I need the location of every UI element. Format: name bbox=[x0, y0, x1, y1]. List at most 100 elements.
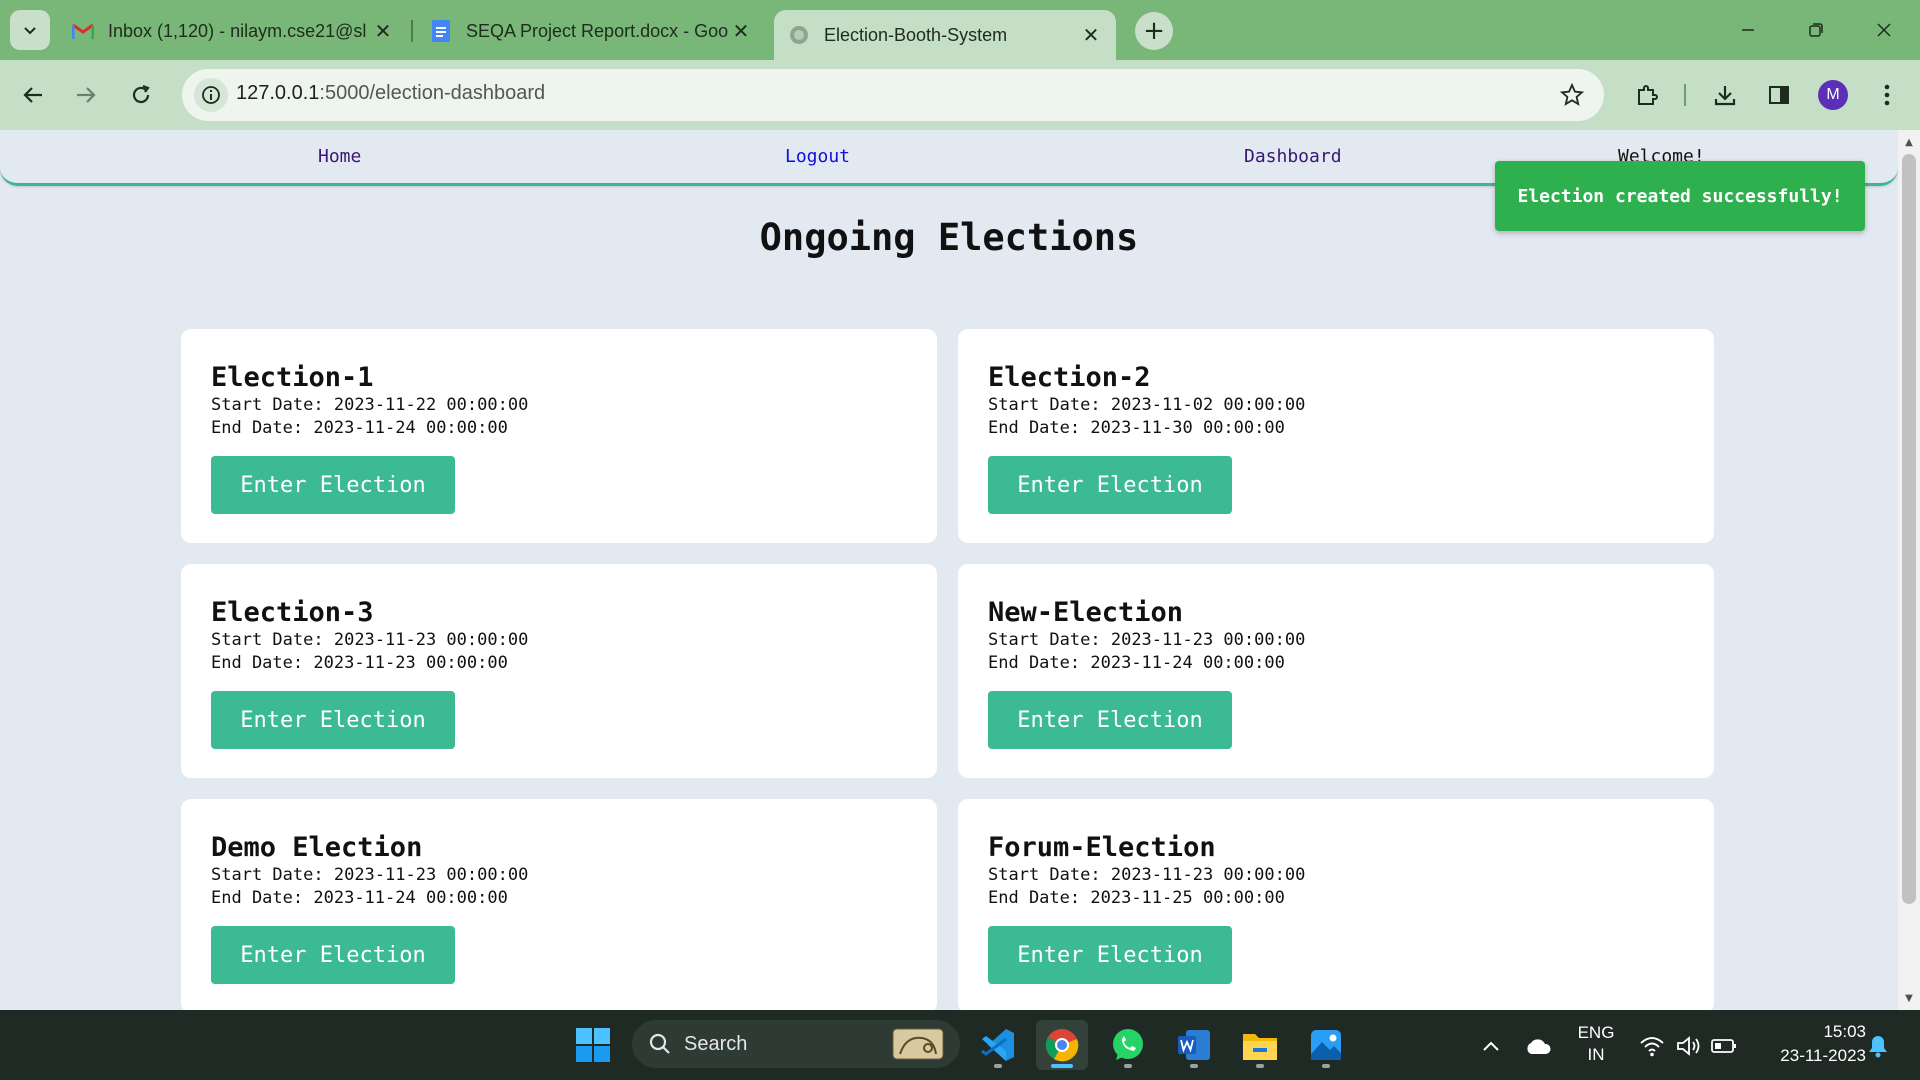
minimize-button[interactable] bbox=[1728, 12, 1768, 48]
search-label: Search bbox=[684, 1032, 748, 1055]
more-vertical-icon bbox=[1884, 84, 1890, 106]
start-date-value: 2023-11-23 00:00:00 bbox=[1110, 865, 1306, 885]
onedrive-icon[interactable] bbox=[1524, 1032, 1552, 1060]
election-name: Election-2 bbox=[988, 362, 1151, 393]
taskbar-search[interactable]: Search bbox=[632, 1020, 960, 1068]
whatsapp-icon bbox=[1113, 1029, 1143, 1060]
downloads-button[interactable] bbox=[1706, 76, 1744, 114]
election-end-date: End Date: 2023-11-24 00:00:00 bbox=[988, 652, 1684, 675]
nav-home-link[interactable]: Home bbox=[318, 146, 361, 167]
scroll-thumb[interactable] bbox=[1902, 154, 1916, 904]
profile-avatar[interactable]: M bbox=[1818, 80, 1848, 110]
extensions-button[interactable] bbox=[1628, 76, 1666, 114]
taskbar-whatsapp[interactable] bbox=[1102, 1020, 1154, 1070]
close-icon bbox=[1877, 23, 1891, 37]
close-tab-icon[interactable]: ✕ bbox=[372, 19, 394, 44]
site-info-icon[interactable] bbox=[194, 78, 228, 112]
election-end-date: End Date: 2023-11-30 00:00:00 bbox=[988, 417, 1684, 440]
start-date-label: Start Date: bbox=[988, 630, 1101, 650]
close-tab-icon[interactable]: ✕ bbox=[730, 19, 752, 44]
vscode-icon bbox=[981, 1029, 1014, 1061]
tab-election-booth[interactable]: Election-Booth-System ✕ bbox=[774, 10, 1116, 60]
nav-logout-link[interactable]: Logout bbox=[785, 146, 850, 167]
clock[interactable]: 15:03 23-11-2023 bbox=[1756, 1020, 1866, 1068]
election-card: Demo Election Start Date: 2023-11-23 00:… bbox=[181, 799, 937, 1010]
elections-grid: Election-1 Start Date: 2023-11-22 00:00:… bbox=[181, 329, 1714, 1010]
tab-title: Inbox (1,120) - nilaym.cse21@sl bbox=[108, 20, 367, 41]
election-start-date: Start Date: 2023-11-22 00:00:00 bbox=[211, 394, 907, 417]
browser-toolbar: 127.0.0.1:5000/election-dashboard M bbox=[0, 60, 1920, 130]
show-hidden-icons[interactable] bbox=[1477, 1032, 1505, 1060]
nav-dashboard-link[interactable]: Dashboard bbox=[1244, 146, 1342, 167]
browser-menu-button[interactable] bbox=[1868, 76, 1906, 114]
running-indicator bbox=[1190, 1064, 1198, 1068]
end-date-value: 2023-11-24 00:00:00 bbox=[313, 418, 508, 438]
election-card: Election-2 Start Date: 2023-11-02 00:00:… bbox=[958, 329, 1714, 543]
side-panel-button[interactable] bbox=[1760, 76, 1798, 114]
notification-bell-icon[interactable] bbox=[1864, 1032, 1892, 1060]
taskbar-vscode[interactable] bbox=[972, 1020, 1024, 1070]
page-scrollbar[interactable]: ▲ ▼ bbox=[1898, 130, 1920, 1010]
reload-button[interactable] bbox=[122, 76, 160, 114]
start-date-value: 2023-11-22 00:00:00 bbox=[333, 395, 529, 415]
windows-logo-icon bbox=[576, 1028, 610, 1062]
enter-election-button[interactable]: Enter Election bbox=[211, 456, 455, 514]
tab-title: SEQA Project Report.docx - Goo bbox=[466, 20, 729, 41]
election-end-date: End Date: 2023-11-24 00:00:00 bbox=[211, 417, 907, 440]
election-card: Election-3 Start Date: 2023-11-23 00:00:… bbox=[181, 564, 937, 778]
start-date-value: 2023-11-23 00:00:00 bbox=[333, 630, 529, 650]
photos-icon bbox=[1311, 1030, 1341, 1060]
running-indicator bbox=[1256, 1064, 1264, 1068]
new-tab-button[interactable]: + bbox=[1135, 12, 1173, 50]
restore-icon bbox=[1809, 23, 1823, 37]
tab-gmail[interactable]: Inbox (1,120) - nilaym.cse21@sl ✕ bbox=[58, 10, 408, 52]
enter-election-button[interactable]: Enter Election bbox=[211, 691, 455, 749]
url-path: :5000/election-dashboard bbox=[319, 82, 546, 104]
google-docs-icon bbox=[430, 20, 452, 42]
volume-icon[interactable] bbox=[1674, 1032, 1702, 1060]
enter-election-button[interactable]: Enter Election bbox=[988, 456, 1232, 514]
restore-button[interactable] bbox=[1796, 12, 1836, 48]
start-date-value: 2023-11-23 00:00:00 bbox=[333, 865, 529, 885]
scroll-down-icon[interactable]: ▼ bbox=[1898, 988, 1920, 1008]
taskbar-file-explorer[interactable] bbox=[1234, 1020, 1286, 1070]
enter-election-button[interactable]: Enter Election bbox=[988, 926, 1232, 984]
taskbar-word[interactable] bbox=[1168, 1020, 1220, 1070]
toolbar-separator bbox=[1684, 84, 1686, 106]
election-card: Election-1 Start Date: 2023-11-22 00:00:… bbox=[181, 329, 937, 543]
end-date-label: End Date: bbox=[988, 418, 1081, 438]
battery-icon[interactable] bbox=[1710, 1032, 1738, 1060]
enter-election-button[interactable]: Enter Election bbox=[211, 926, 455, 984]
scroll-up-icon[interactable]: ▲ bbox=[1898, 132, 1920, 152]
chevron-down-icon bbox=[24, 27, 36, 35]
windows-taskbar: Search ENG IN 15:03 23-11-2023 bbox=[0, 1010, 1920, 1080]
side-panel-icon bbox=[1769, 86, 1789, 104]
start-date-label: Start Date: bbox=[988, 865, 1101, 885]
address-bar[interactable]: 127.0.0.1:5000/election-dashboard bbox=[182, 69, 1604, 121]
election-end-date: End Date: 2023-11-23 00:00:00 bbox=[211, 652, 907, 675]
tab-docs[interactable]: SEQA Project Report.docx - Goo ✕ bbox=[416, 10, 766, 52]
close-tab-icon[interactable]: ✕ bbox=[1080, 23, 1102, 48]
forward-button[interactable] bbox=[67, 76, 105, 114]
taskbar-photos[interactable] bbox=[1300, 1020, 1352, 1070]
start-button[interactable] bbox=[567, 1020, 619, 1070]
end-date-label: End Date: bbox=[211, 418, 304, 438]
chevron-up-icon bbox=[1483, 1041, 1499, 1051]
enter-election-button[interactable]: Enter Election bbox=[988, 691, 1232, 749]
election-start-date: Start Date: 2023-11-23 00:00:00 bbox=[988, 864, 1684, 887]
back-button[interactable] bbox=[14, 76, 52, 114]
running-indicator bbox=[1124, 1064, 1132, 1068]
election-start-date: Start Date: 2023-11-23 00:00:00 bbox=[988, 629, 1684, 652]
close-window-button[interactable] bbox=[1864, 12, 1904, 48]
election-card: New-Election Start Date: 2023-11-23 00:0… bbox=[958, 564, 1714, 778]
bookmark-star-icon[interactable] bbox=[1558, 81, 1586, 109]
taskbar-chrome[interactable] bbox=[1036, 1020, 1088, 1070]
puzzle-icon bbox=[1638, 85, 1658, 105]
wifi-icon[interactable] bbox=[1638, 1032, 1666, 1060]
election-end-date: End Date: 2023-11-25 00:00:00 bbox=[988, 887, 1684, 910]
end-date-value: 2023-11-23 00:00:00 bbox=[313, 653, 508, 673]
language-indicator[interactable]: ENG IN bbox=[1568, 1022, 1624, 1066]
end-date-value: 2023-11-24 00:00:00 bbox=[1090, 653, 1285, 673]
tab-search-button[interactable] bbox=[10, 10, 50, 50]
start-date-label: Start Date: bbox=[211, 630, 324, 650]
